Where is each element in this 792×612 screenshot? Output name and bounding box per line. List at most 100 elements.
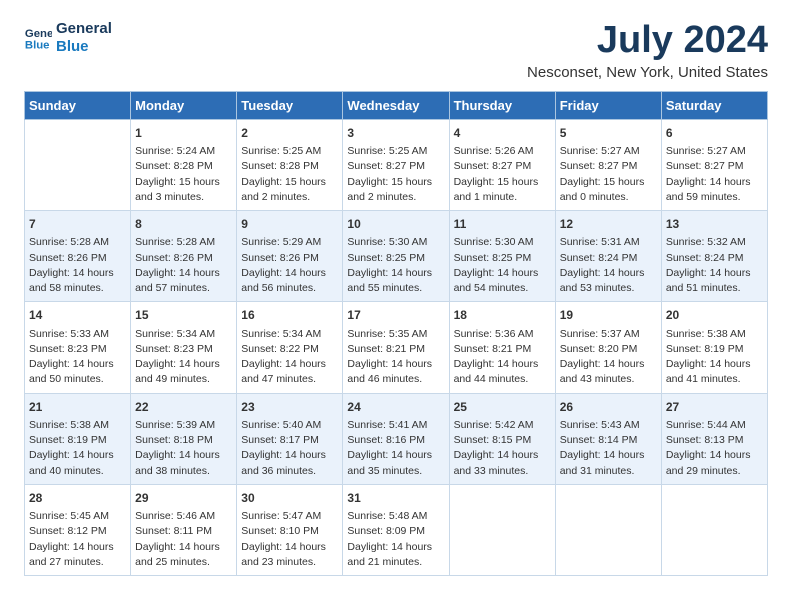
day-number: 4 bbox=[454, 125, 551, 142]
calendar-cell: 13 Sunrise: 5:32 AM Sunset: 8:24 PM Dayli… bbox=[661, 211, 767, 302]
calendar-cell: 28Sunrise: 5:45 AM Sunset: 8:12 PM Dayli… bbox=[25, 484, 131, 575]
calendar-cell: 3 Sunrise: 5:25 AM Sunset: 8:27 PM Daylig… bbox=[343, 119, 449, 210]
col-header-sunday: Sunday bbox=[25, 91, 131, 119]
day-info: Sunrise: 5:27 AM Sunset: 8:27 PM Dayligh… bbox=[560, 144, 657, 205]
calendar-week-5: 28Sunrise: 5:45 AM Sunset: 8:12 PM Dayli… bbox=[25, 484, 768, 575]
calendar-table: SundayMondayTuesdayWednesdayThursdayFrid… bbox=[24, 91, 768, 576]
page-subtitle: Nesconset, New York, United States bbox=[527, 64, 768, 81]
day-number: 20 bbox=[666, 307, 763, 324]
calendar-cell: 11 Sunrise: 5:30 AM Sunset: 8:25 PM Dayli… bbox=[449, 211, 555, 302]
col-header-tuesday: Tuesday bbox=[237, 91, 343, 119]
day-info: Sunrise: 5:26 AM Sunset: 8:27 PM Dayligh… bbox=[454, 144, 551, 205]
calendar-cell: 21Sunrise: 5:38 AM Sunset: 8:19 PM Dayli… bbox=[25, 393, 131, 484]
calendar-cell: 20 Sunrise: 5:38 AM Sunset: 8:19 PM Dayli… bbox=[661, 302, 767, 393]
col-header-monday: Monday bbox=[131, 91, 237, 119]
day-info: Sunrise: 5:35 AM Sunset: 8:21 PM Dayligh… bbox=[347, 327, 444, 388]
day-info: Sunrise: 5:48 AM Sunset: 8:09 PM Dayligh… bbox=[347, 509, 444, 570]
day-number: 25 bbox=[454, 399, 551, 416]
calendar-cell: 27Sunrise: 5:44 AM Sunset: 8:13 PM Dayli… bbox=[661, 393, 767, 484]
day-info: Sunrise: 5:47 AM Sunset: 8:10 PM Dayligh… bbox=[241, 509, 338, 570]
calendar-cell: 9 Sunrise: 5:29 AM Sunset: 8:26 PM Daylig… bbox=[237, 211, 343, 302]
svg-text:General: General bbox=[25, 28, 52, 40]
day-number: 15 bbox=[135, 307, 232, 324]
day-info: Sunrise: 5:25 AM Sunset: 8:27 PM Dayligh… bbox=[347, 144, 444, 205]
day-info: Sunrise: 5:28 AM Sunset: 8:26 PM Dayligh… bbox=[29, 235, 126, 296]
day-number: 7 bbox=[29, 216, 126, 233]
calendar-cell: 19 Sunrise: 5:37 AM Sunset: 8:20 PM Dayli… bbox=[555, 302, 661, 393]
calendar-cell: 25Sunrise: 5:42 AM Sunset: 8:15 PM Dayli… bbox=[449, 393, 555, 484]
calendar-cell: 16Sunrise: 5:34 AM Sunset: 8:22 PM Dayli… bbox=[237, 302, 343, 393]
day-info: Sunrise: 5:30 AM Sunset: 8:25 PM Dayligh… bbox=[347, 235, 444, 296]
calendar-cell: 31Sunrise: 5:48 AM Sunset: 8:09 PM Dayli… bbox=[343, 484, 449, 575]
day-info: Sunrise: 5:36 AM Sunset: 8:21 PM Dayligh… bbox=[454, 327, 551, 388]
day-number: 23 bbox=[241, 399, 338, 416]
calendar-cell: 7 Sunrise: 5:28 AM Sunset: 8:26 PM Daylig… bbox=[25, 211, 131, 302]
day-number: 24 bbox=[347, 399, 444, 416]
day-info: Sunrise: 5:33 AM Sunset: 8:23 PM Dayligh… bbox=[29, 327, 126, 388]
day-number: 17 bbox=[347, 307, 444, 324]
day-info: Sunrise: 5:27 AM Sunset: 8:27 PM Dayligh… bbox=[666, 144, 763, 205]
day-number: 16 bbox=[241, 307, 338, 324]
col-header-thursday: Thursday bbox=[449, 91, 555, 119]
calendar-cell: 14Sunrise: 5:33 AM Sunset: 8:23 PM Dayli… bbox=[25, 302, 131, 393]
day-number: 12 bbox=[560, 216, 657, 233]
header: General Blue General Blue July 2024 Nesc… bbox=[24, 20, 768, 81]
calendar-cell bbox=[449, 484, 555, 575]
day-info: Sunrise: 5:46 AM Sunset: 8:11 PM Dayligh… bbox=[135, 509, 232, 570]
day-number: 2 bbox=[241, 125, 338, 142]
calendar-week-4: 21Sunrise: 5:38 AM Sunset: 8:19 PM Dayli… bbox=[25, 393, 768, 484]
day-info: Sunrise: 5:28 AM Sunset: 8:26 PM Dayligh… bbox=[135, 235, 232, 296]
day-info: Sunrise: 5:37 AM Sunset: 8:20 PM Dayligh… bbox=[560, 327, 657, 388]
logo: General Blue General Blue bbox=[24, 20, 112, 56]
day-info: Sunrise: 5:31 AM Sunset: 8:24 PM Dayligh… bbox=[560, 235, 657, 296]
day-info: Sunrise: 5:25 AM Sunset: 8:28 PM Dayligh… bbox=[241, 144, 338, 205]
calendar-cell: 17 Sunrise: 5:35 AM Sunset: 8:21 PM Dayli… bbox=[343, 302, 449, 393]
calendar-cell: 29 Sunrise: 5:46 AM Sunset: 8:11 PM Dayli… bbox=[131, 484, 237, 575]
day-info: Sunrise: 5:30 AM Sunset: 8:25 PM Dayligh… bbox=[454, 235, 551, 296]
day-number: 5 bbox=[560, 125, 657, 142]
calendar-cell: 6Sunrise: 5:27 AM Sunset: 8:27 PM Daylig… bbox=[661, 119, 767, 210]
day-info: Sunrise: 5:40 AM Sunset: 8:17 PM Dayligh… bbox=[241, 418, 338, 479]
day-info: Sunrise: 5:38 AM Sunset: 8:19 PM Dayligh… bbox=[666, 327, 763, 388]
day-info: Sunrise: 5:43 AM Sunset: 8:14 PM Dayligh… bbox=[560, 418, 657, 479]
day-number: 1 bbox=[135, 125, 232, 142]
day-info: Sunrise: 5:45 AM Sunset: 8:12 PM Dayligh… bbox=[29, 509, 126, 570]
day-number: 10 bbox=[347, 216, 444, 233]
day-info: Sunrise: 5:41 AM Sunset: 8:16 PM Dayligh… bbox=[347, 418, 444, 479]
calendar-cell bbox=[555, 484, 661, 575]
day-number: 3 bbox=[347, 125, 444, 142]
day-number: 30 bbox=[241, 490, 338, 507]
calendar-cell bbox=[25, 119, 131, 210]
day-number: 19 bbox=[560, 307, 657, 324]
calendar-cell: 23 Sunrise: 5:40 AM Sunset: 8:17 PM Dayli… bbox=[237, 393, 343, 484]
calendar-cell: 4 Sunrise: 5:26 AM Sunset: 8:27 PM Daylig… bbox=[449, 119, 555, 210]
calendar-cell: 26 Sunrise: 5:43 AM Sunset: 8:14 PM Dayli… bbox=[555, 393, 661, 484]
day-info: Sunrise: 5:32 AM Sunset: 8:24 PM Dayligh… bbox=[666, 235, 763, 296]
day-number: 26 bbox=[560, 399, 657, 416]
day-info: Sunrise: 5:29 AM Sunset: 8:26 PM Dayligh… bbox=[241, 235, 338, 296]
day-info: Sunrise: 5:39 AM Sunset: 8:18 PM Dayligh… bbox=[135, 418, 232, 479]
logo-line1: General bbox=[56, 20, 112, 38]
col-header-saturday: Saturday bbox=[661, 91, 767, 119]
svg-text:Blue: Blue bbox=[25, 40, 50, 52]
calendar-cell: 30 Sunrise: 5:47 AM Sunset: 8:10 PM Dayli… bbox=[237, 484, 343, 575]
page-title: July 2024 bbox=[527, 20, 768, 62]
calendar-cell: 8Sunrise: 5:28 AM Sunset: 8:26 PM Daylig… bbox=[131, 211, 237, 302]
day-info: Sunrise: 5:44 AM Sunset: 8:13 PM Dayligh… bbox=[666, 418, 763, 479]
calendar-cell: 1Sunrise: 5:24 AM Sunset: 8:28 PM Daylig… bbox=[131, 119, 237, 210]
day-number: 11 bbox=[454, 216, 551, 233]
day-number: 22 bbox=[135, 399, 232, 416]
day-number: 9 bbox=[241, 216, 338, 233]
day-info: Sunrise: 5:34 AM Sunset: 8:23 PM Dayligh… bbox=[135, 327, 232, 388]
day-number: 13 bbox=[666, 216, 763, 233]
day-number: 29 bbox=[135, 490, 232, 507]
calendar-cell: 18 Sunrise: 5:36 AM Sunset: 8:21 PM Dayli… bbox=[449, 302, 555, 393]
calendar-cell bbox=[661, 484, 767, 575]
calendar-cell: 2 Sunrise: 5:25 AM Sunset: 8:28 PM Daylig… bbox=[237, 119, 343, 210]
title-block: July 2024 Nesconset, New York, United St… bbox=[527, 20, 768, 81]
col-header-wednesday: Wednesday bbox=[343, 91, 449, 119]
calendar-cell: 15 Sunrise: 5:34 AM Sunset: 8:23 PM Dayli… bbox=[131, 302, 237, 393]
day-number: 21 bbox=[29, 399, 126, 416]
calendar-cell: 24 Sunrise: 5:41 AM Sunset: 8:16 PM Dayli… bbox=[343, 393, 449, 484]
day-number: 18 bbox=[454, 307, 551, 324]
